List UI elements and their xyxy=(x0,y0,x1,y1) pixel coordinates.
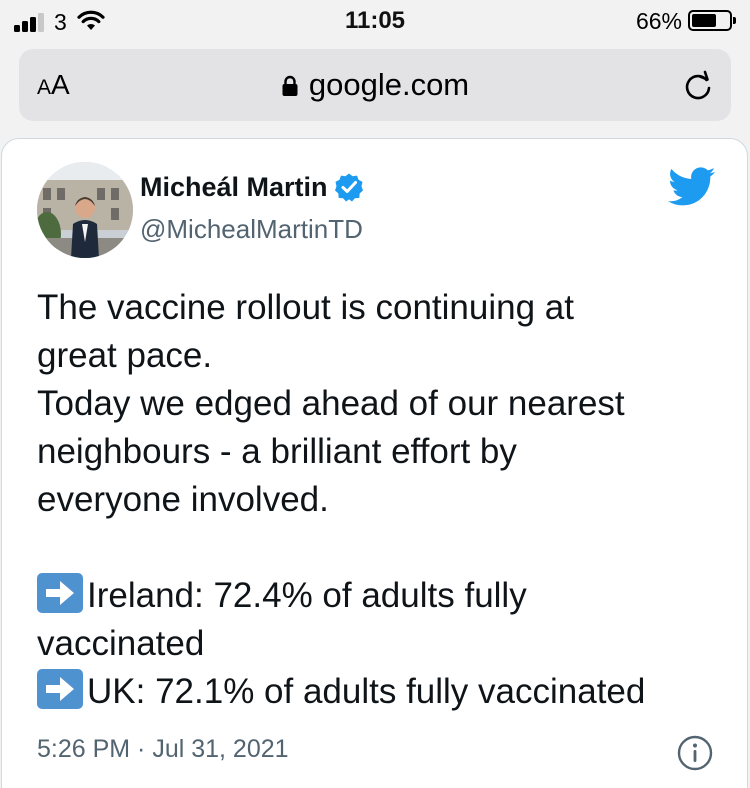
url-display[interactable]: google.com xyxy=(19,67,731,103)
reload-icon[interactable] xyxy=(681,69,715,103)
verified-badge-icon xyxy=(334,173,363,202)
display-name[interactable]: Micheál Martin xyxy=(140,172,364,203)
lock-icon xyxy=(282,75,298,96)
address-bar[interactable]: AA google.com xyxy=(19,49,731,121)
tweet-text: The vaccine rollout is continuing at gre… xyxy=(37,284,727,716)
right-arrow-emoji-icon xyxy=(37,669,83,709)
stat-ireland-line: Ireland: 72.4% of adults fully xyxy=(37,572,727,620)
tweet-text-line: Today we edged ahead of our nearest xyxy=(37,384,625,423)
battery-fill xyxy=(692,14,716,27)
stat-ireland-line-2: vaccinated xyxy=(37,624,205,663)
tweet-text-line: great pace. xyxy=(37,336,213,375)
handle[interactable]: @MichealMartinTD xyxy=(140,214,363,245)
right-arrow-emoji-icon xyxy=(37,573,83,613)
tweet-text-line: The vaccine rollout is continuing at xyxy=(37,288,574,327)
avatar[interactable] xyxy=(37,162,133,258)
tweet-text-line: neighbours - a brilliant effort by xyxy=(37,432,517,471)
twitter-bird-icon[interactable] xyxy=(668,167,716,207)
info-icon[interactable] xyxy=(677,735,713,771)
url-text: google.com xyxy=(308,67,470,102)
battery-percent: 66% xyxy=(635,8,682,34)
stat-uk-line: UK: 72.1% of adults fully vaccinated xyxy=(37,668,727,716)
tweet-text-line: everyone involved. xyxy=(37,480,329,519)
battery-icon xyxy=(688,10,736,31)
tweet-timestamp[interactable]: 5:26 PM · Jul 31, 2021 xyxy=(37,735,289,764)
status-bar: 3 11:05 66% xyxy=(0,0,750,40)
tweet-card[interactable]: Micheál Martin @MichealMartinTD The vacc… xyxy=(1,138,748,788)
